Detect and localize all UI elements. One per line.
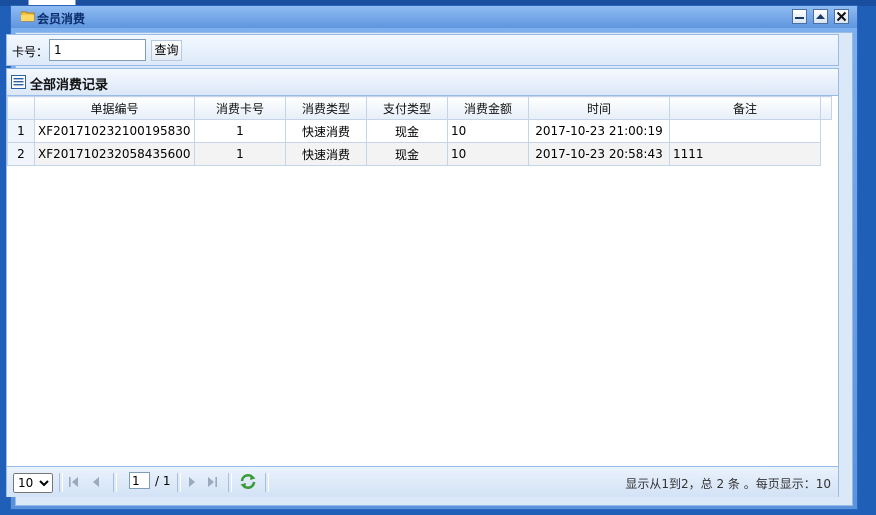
column-header[interactable]: 消费类型 bbox=[285, 96, 367, 120]
column-header[interactable]: 支付类型 bbox=[366, 96, 448, 120]
records-table: 单据编号 消费卡号 消费类型 支付类型 消费金额 时间 备注 1 XF20171… bbox=[7, 96, 832, 166]
query-button[interactable]: 查询 bbox=[151, 40, 182, 61]
list-icon bbox=[11, 75, 26, 89]
table-cell: XF201710232100195830 bbox=[34, 119, 195, 143]
table-cell: 1111 bbox=[669, 142, 821, 166]
separator bbox=[113, 473, 117, 492]
current-page-input[interactable] bbox=[129, 472, 150, 489]
table-cell: XF201710232058435600 bbox=[34, 142, 195, 166]
table-cell: 10 bbox=[447, 142, 529, 166]
panel-title: 全部消费记录 bbox=[30, 78, 109, 93]
column-header[interactable]: 消费金额 bbox=[447, 96, 529, 120]
close-icon bbox=[836, 11, 847, 22]
spacer-cell bbox=[820, 119, 832, 143]
search-panel: 卡号： 查询 bbox=[6, 34, 839, 66]
refresh-icon[interactable] bbox=[239, 473, 257, 490]
window-title: 会员消费 bbox=[37, 12, 86, 26]
spacer-cell bbox=[820, 142, 832, 166]
separator bbox=[177, 473, 181, 492]
minimize-button[interactable] bbox=[792, 9, 807, 24]
table-cell: 快速消费 bbox=[285, 119, 367, 143]
scrollbar-header bbox=[820, 96, 832, 120]
table-row[interactable]: 1 XF201710232100195830 1 快速消费 现金 10 2017… bbox=[7, 119, 832, 143]
close-button[interactable] bbox=[834, 9, 849, 24]
folder-icon bbox=[21, 11, 35, 22]
table-cell: 1 bbox=[194, 119, 286, 143]
records-panel: 全部消费记录 单据编号 消费卡号 消费类型 支付类型 消费金额 时间 备注 1 … bbox=[6, 68, 839, 497]
card-number-input[interactable] bbox=[49, 39, 146, 61]
table-header-row: 单据编号 消费卡号 消费类型 支付类型 消费金额 时间 备注 bbox=[7, 96, 832, 120]
pagination-info: 显示从1到2，总 2 条 。每页显示：10 bbox=[625, 477, 831, 491]
column-header[interactable]: 单据编号 bbox=[34, 96, 195, 120]
table-cell: 快速消费 bbox=[285, 142, 367, 166]
table-cell: 10 bbox=[447, 119, 529, 143]
table-cell: 现金 bbox=[366, 142, 448, 166]
last-page-icon[interactable] bbox=[206, 476, 218, 488]
column-header[interactable]: 时间 bbox=[528, 96, 670, 120]
maximize-button[interactable] bbox=[813, 9, 828, 24]
card-number-label: 卡号： bbox=[12, 45, 49, 59]
separator bbox=[59, 473, 63, 492]
table-cell bbox=[669, 119, 821, 143]
prev-page-icon[interactable] bbox=[91, 476, 101, 488]
table-cell: 现金 bbox=[366, 119, 448, 143]
separator bbox=[228, 473, 232, 492]
minimize-icon bbox=[795, 17, 804, 19]
column-header[interactable]: 消费卡号 bbox=[194, 96, 286, 120]
row-number: 1 bbox=[7, 119, 35, 143]
separator bbox=[265, 473, 269, 492]
title-bar[interactable]: 会员消费 bbox=[11, 6, 857, 28]
panel-header: 全部消费记录 bbox=[7, 69, 838, 96]
table-cell: 2017-10-23 21:00:19 bbox=[528, 119, 670, 143]
maximize-icon bbox=[816, 14, 825, 19]
page-size-select[interactable]: 10 bbox=[13, 473, 53, 493]
column-header[interactable]: 备注 bbox=[669, 96, 821, 120]
table-cell: 2017-10-23 20:58:43 bbox=[528, 142, 670, 166]
next-page-icon[interactable] bbox=[187, 476, 197, 488]
first-page-icon[interactable] bbox=[68, 476, 80, 488]
table-cell: 1 bbox=[194, 142, 286, 166]
pagination-bar: 10 / 1 显示从1到2，总 2 条 。每页显示：10 bbox=[7, 466, 838, 497]
row-number-header bbox=[7, 96, 35, 120]
row-number: 2 bbox=[7, 142, 35, 166]
total-pages: / 1 bbox=[155, 474, 171, 488]
table-row[interactable]: 2 XF201710232058435600 1 快速消费 现金 10 2017… bbox=[7, 142, 832, 166]
